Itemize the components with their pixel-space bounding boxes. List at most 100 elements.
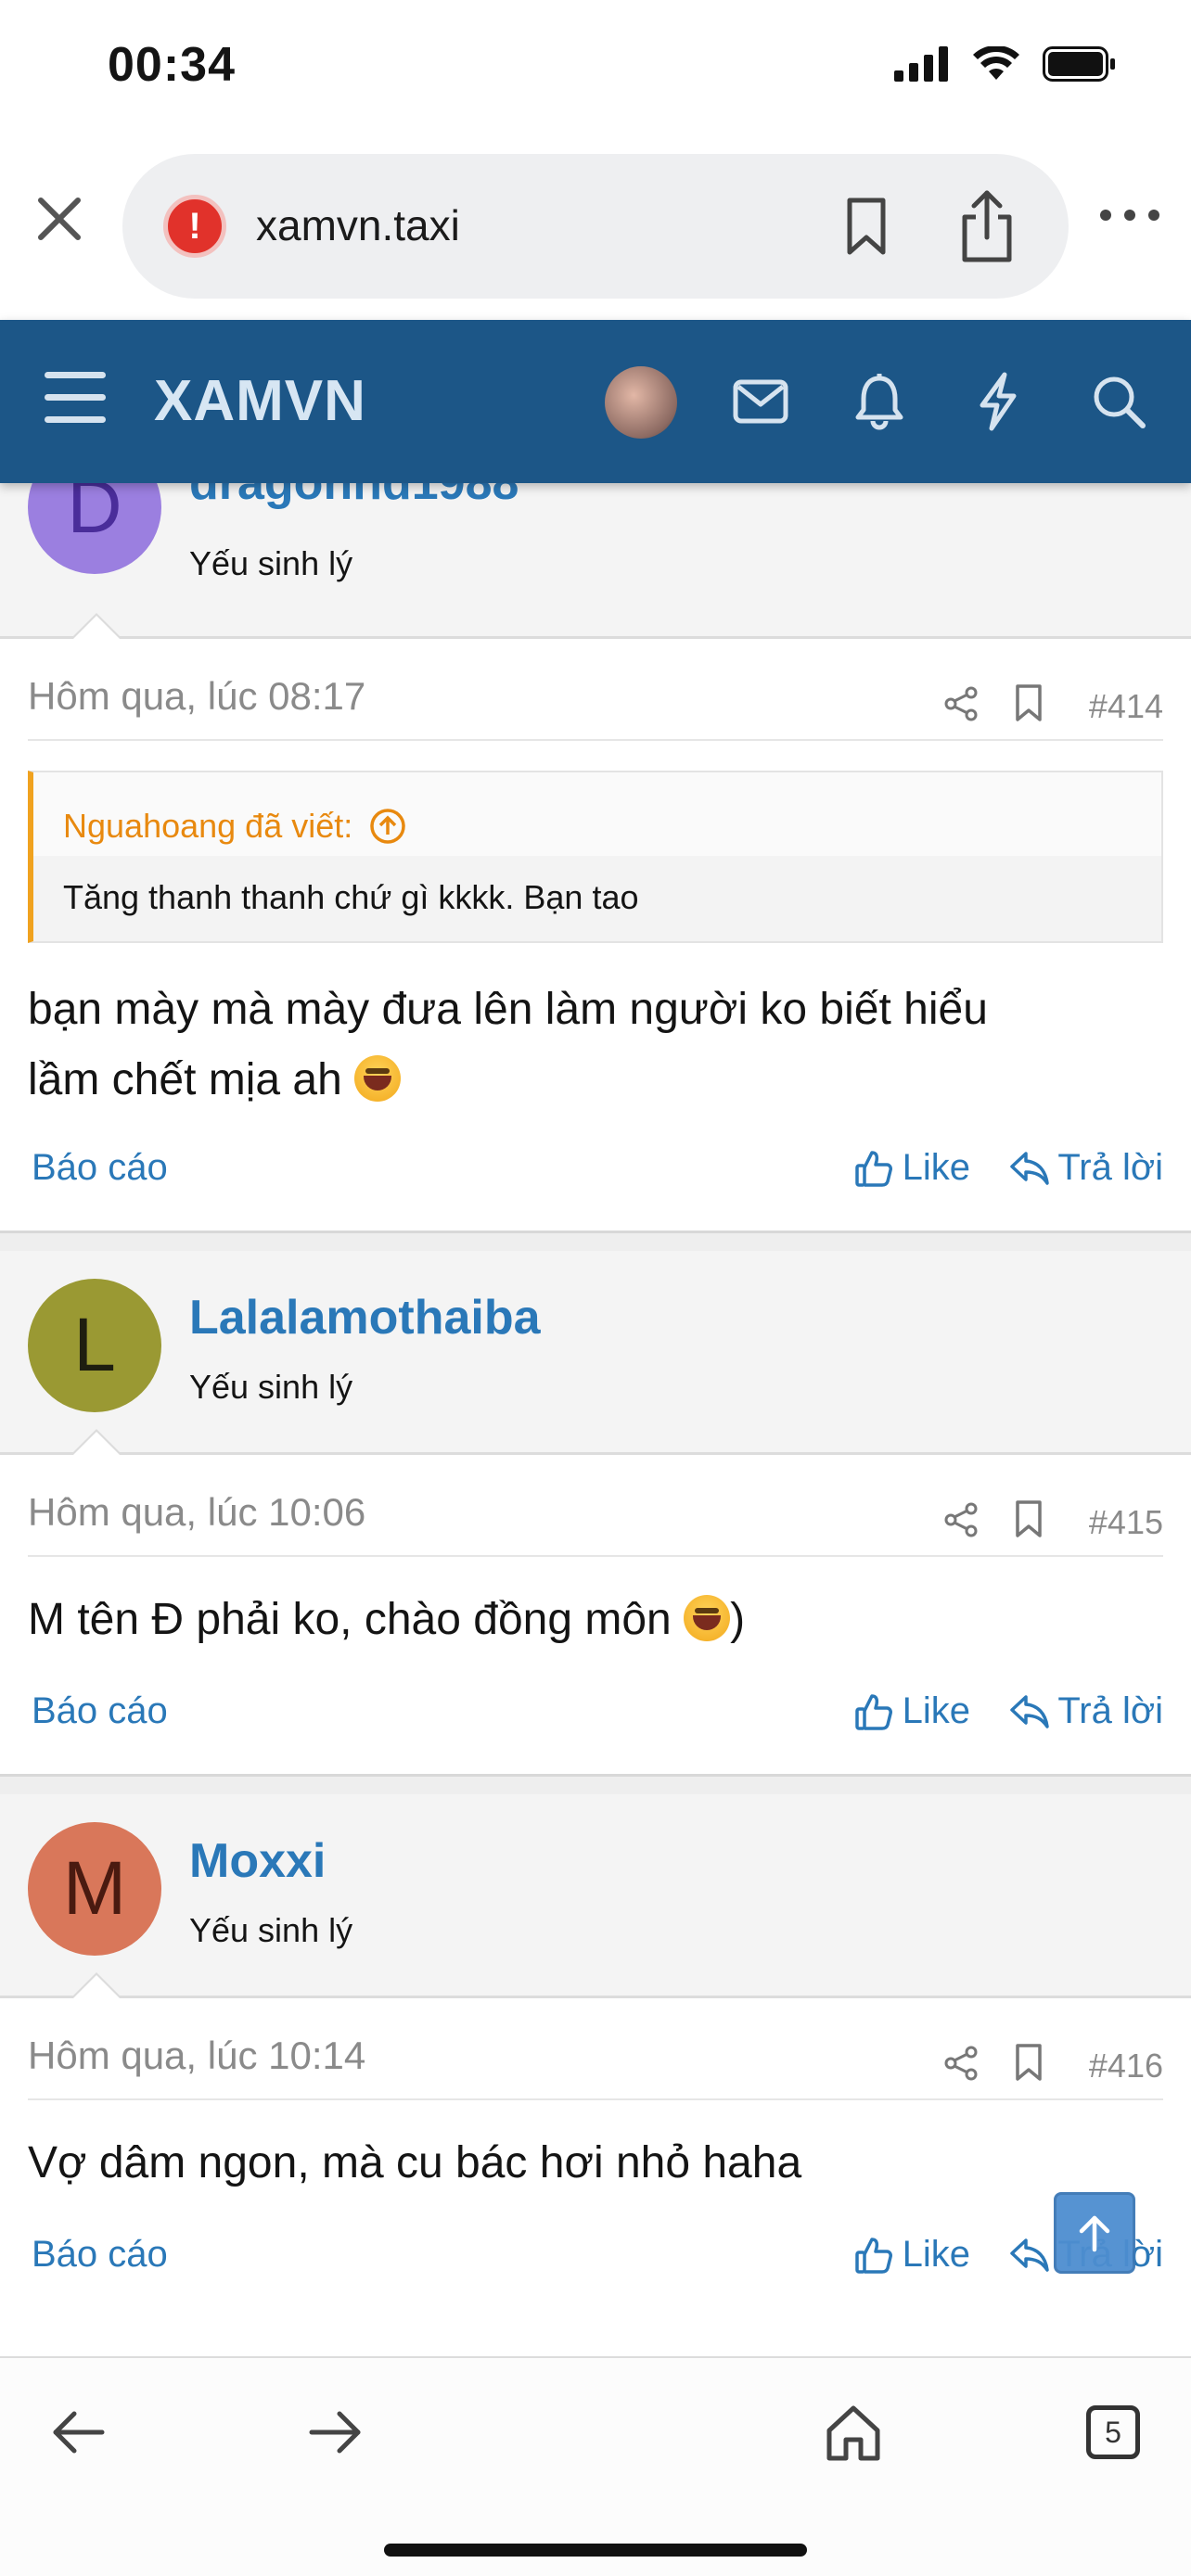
bookmark-icon[interactable]: [1013, 683, 1044, 722]
avatar[interactable]: D: [28, 483, 161, 574]
reply-icon: [1010, 2238, 1050, 2272]
bookmark-page-button[interactable]: [839, 197, 894, 256]
home-indicator: [384, 2544, 807, 2557]
username[interactable]: Lalalamothaiba: [189, 1290, 541, 1345]
forum-header: XAMVN: [0, 320, 1191, 483]
post-body-line: Vợ dâm ngon, mà cu bác hơi nhỏ haha: [28, 2138, 802, 2187]
post-body-line: bạn mày mà mày đưa lên làm người ko biết…: [28, 985, 988, 1034]
laughing-emoji-icon: [354, 1055, 402, 1102]
search-button[interactable]: [1083, 366, 1154, 437]
post-user-block: L Lalalamothaiba Yếu sinh lý: [0, 1251, 1191, 1455]
reply-button[interactable]: Trả lời: [1009, 1690, 1163, 1732]
report-link[interactable]: Báo cáo: [32, 2234, 168, 2276]
share-page-button[interactable]: [957, 189, 1017, 263]
alerts-button[interactable]: [844, 366, 915, 437]
arrow-up-circle-icon[interactable]: [369, 808, 406, 845]
reply-label: Trả lời: [1057, 1147, 1163, 1188]
avatar[interactable]: L: [28, 1279, 161, 1412]
like-label: Like: [902, 2234, 970, 2275]
reply-button[interactable]: Trả lời: [1009, 1147, 1163, 1189]
url-field[interactable]: ! xamvn.taxi: [122, 154, 1069, 299]
user-title: Yếu sinh lý: [189, 544, 353, 582]
post-body: Vợ dâm ngon, mà cu bác hơi nhỏ haha: [28, 2100, 1163, 2197]
post-body-suffix: ): [730, 1595, 746, 1644]
quote-author[interactable]: Nguahoang đã viết:: [63, 807, 352, 846]
post: M Moxxi Yếu sinh lý Hôm qua, lúc 10:14 #…: [0, 1794, 1191, 2317]
signal-icon: [894, 46, 948, 82]
post-meta: Hôm qua, lúc 08:17 #414: [28, 639, 1163, 741]
bookmark-icon[interactable]: [1013, 2043, 1044, 2082]
post-actions: Báo cáo Like Trả lời: [28, 1110, 1163, 1231]
status-icons: [894, 46, 1117, 82]
report-link[interactable]: Báo cáo: [32, 1147, 168, 1189]
post-date[interactable]: Hôm qua, lúc 08:17: [28, 674, 365, 719]
post-actions: Báo cáo Like Trả lời: [28, 2197, 1163, 2317]
avatar-letter: L: [73, 1303, 116, 1387]
bookmark-icon: [847, 198, 886, 255]
search-icon: [1094, 376, 1146, 428]
back-icon: [53, 2411, 105, 2454]
post-separator: [0, 1774, 1191, 1794]
user-title: Yếu sinh lý: [189, 1368, 353, 1406]
thread-content: D dragonhd1988 Yếu sinh lý Hôm qua, lúc …: [0, 483, 1191, 2356]
bookmark-icon[interactable]: [1013, 1499, 1044, 1538]
avatar-letter: D: [67, 483, 122, 549]
back-button[interactable]: [41, 2395, 115, 2469]
post: L Lalalamothaiba Yếu sinh lý Hôm qua, lú…: [0, 1251, 1191, 1794]
post-meta: Hôm qua, lúc 10:06 #415: [28, 1455, 1163, 1557]
url-text[interactable]: xamvn.taxi: [256, 200, 460, 250]
status-bar: 00:34: [0, 0, 1191, 139]
post: D dragonhd1988 Yếu sinh lý Hôm qua, lúc …: [0, 483, 1191, 1251]
browser-address-bar: ! xamvn.taxi: [0, 139, 1191, 320]
bell-icon: [855, 374, 903, 430]
site-logo[interactable]: XAMVN: [154, 368, 366, 434]
post-body-line: M tên Đ phải ko, chào đồng môn: [28, 1595, 672, 1644]
quote-header[interactable]: Nguahoang đã viết:: [33, 772, 1161, 856]
post-number[interactable]: #416: [1089, 2047, 1163, 2085]
reply-label: Trả lời: [1057, 1690, 1163, 1731]
post-separator: [0, 1231, 1191, 1251]
home-button[interactable]: [816, 2395, 890, 2469]
reply-icon: [1010, 1694, 1050, 1728]
warning-icon[interactable]: !: [163, 195, 226, 258]
whats-new-button[interactable]: [963, 366, 1033, 437]
share-icon[interactable]: [942, 685, 980, 722]
share-icon[interactable]: [942, 2045, 980, 2082]
like-button[interactable]: Like: [854, 1690, 970, 1732]
post-date[interactable]: Hôm qua, lúc 10:06: [28, 1490, 365, 1535]
notch: [70, 613, 122, 639]
avatar[interactable]: M: [28, 1822, 161, 1956]
like-label: Like: [902, 1147, 970, 1188]
close-tab-button[interactable]: [33, 193, 85, 245]
scroll-to-top-button[interactable]: [1054, 2192, 1135, 2274]
post-user-block: D dragonhd1988 Yếu sinh lý: [0, 483, 1191, 639]
tabs-button[interactable]: 5: [1076, 2395, 1150, 2469]
share-icon[interactable]: [942, 1501, 980, 1538]
menu-icon[interactable]: [45, 372, 106, 427]
username[interactable]: dragonhd1988: [189, 483, 519, 511]
more-options-button[interactable]: [1098, 197, 1161, 234]
reply-icon: [1010, 1151, 1050, 1185]
post-body-line: lầm chết mịa ah: [28, 1055, 342, 1104]
arrow-up-icon: [1079, 2215, 1110, 2252]
forward-icon: [309, 2411, 361, 2454]
user-avatar[interactable]: [605, 366, 677, 439]
avatar-letter: M: [62, 1846, 127, 1931]
bolt-icon: [980, 372, 1017, 431]
report-link[interactable]: Báo cáo: [32, 1690, 168, 1732]
like-button[interactable]: Like: [854, 1147, 970, 1189]
post-number[interactable]: #415: [1089, 1503, 1163, 1542]
user-title: Yếu sinh lý: [189, 1911, 353, 1949]
wifi-icon: [973, 46, 1019, 80]
inbox-button[interactable]: [725, 366, 796, 437]
post-body: M tên Đ phải ko, chào đồng môn ): [28, 1557, 1163, 1653]
post-date[interactable]: Hôm qua, lúc 10:14: [28, 2034, 365, 2078]
like-button[interactable]: Like: [854, 2234, 970, 2276]
post-body: bạn mày mà mày đưa lên làm người ko biết…: [28, 943, 1163, 1110]
quote-text: Tăng thanh thanh chứ gì kkkk. Bạn tao: [33, 856, 1161, 941]
home-icon: [826, 2405, 880, 2461]
post-number[interactable]: #414: [1089, 687, 1163, 726]
username[interactable]: Moxxi: [189, 1833, 326, 1889]
thumbs-up-icon: [854, 2237, 892, 2274]
forward-button[interactable]: [299, 2395, 373, 2469]
